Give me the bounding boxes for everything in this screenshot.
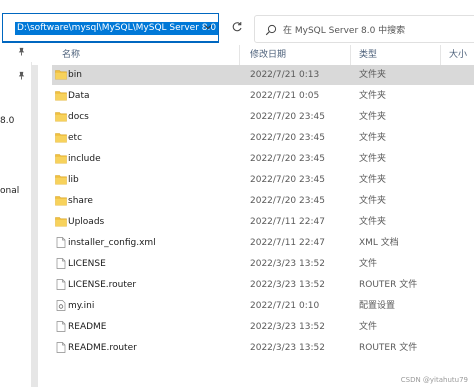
folder-icon bbox=[55, 133, 67, 143]
file-row[interactable]: include 2022/7/20 23:45 文件夹 bbox=[52, 149, 474, 169]
file-type: 文件夹 bbox=[359, 175, 387, 185]
file-name: lib bbox=[68, 175, 79, 185]
address-path[interactable]: D:\software\mysql\MySQL\MySQL Server 8.0 bbox=[15, 22, 219, 35]
file-name: LICENSE.router bbox=[68, 280, 137, 290]
file-type: 文件夹 bbox=[359, 91, 387, 101]
file-row[interactable]: Data 2022/7/21 0:05 文件夹 bbox=[52, 86, 474, 106]
file-list: bin 2022/7/21 0:13 文件夹 Data 2022/7/21 0:05 文件… bbox=[32, 65, 474, 387]
file-date: 2022/7/20 23:45 bbox=[250, 112, 325, 122]
column-header-name[interactable]: 名称 bbox=[62, 48, 80, 62]
file-name: installer_config.xml bbox=[68, 238, 156, 248]
document-icon bbox=[56, 342, 66, 353]
file-date: 2022/7/21 0:13 bbox=[250, 70, 320, 80]
file-name: bin bbox=[68, 70, 82, 80]
file-type: ROUTER 文件 bbox=[359, 280, 418, 290]
document-icon bbox=[56, 279, 66, 290]
search-placeholder: 在 MySQL Server 8.0 中搜索 bbox=[283, 26, 406, 36]
file-row[interactable]: share 2022/7/20 23:45 文件夹 bbox=[52, 191, 474, 211]
pin-icon[interactable] bbox=[17, 47, 26, 56]
file-row[interactable]: README 2022/3/23 13:52 文件 bbox=[52, 317, 474, 337]
file-type: 文件夹 bbox=[359, 133, 387, 143]
file-name: Uploads bbox=[68, 217, 105, 227]
file-name: Data bbox=[68, 91, 90, 101]
column-header-type[interactable]: 类型 bbox=[359, 48, 377, 62]
document-icon bbox=[56, 237, 66, 248]
file-date: 2022/7/11 22:47 bbox=[250, 217, 325, 227]
file-date: 2022/3/23 13:52 bbox=[250, 259, 325, 269]
file-row[interactable]: docs 2022/7/20 23:45 文件夹 bbox=[52, 107, 474, 127]
column-divider[interactable] bbox=[239, 45, 240, 65]
file-type: 文件夹 bbox=[359, 112, 387, 122]
file-row[interactable]: LICENSE 2022/3/23 13:52 文件 bbox=[52, 254, 474, 274]
file-name: docs bbox=[68, 112, 89, 122]
nav-item-label[interactable]: 8.0 bbox=[0, 116, 14, 126]
watermark: CSDN @yitahutu79 bbox=[400, 376, 468, 384]
column-header-row: 名称 修改日期 类型 大小 bbox=[32, 43, 474, 65]
file-date: 2022/3/23 13:52 bbox=[250, 343, 325, 353]
column-header-date[interactable]: 修改日期 bbox=[250, 48, 286, 62]
file-date: 2022/7/20 23:45 bbox=[250, 154, 325, 164]
file-name: include bbox=[68, 154, 101, 164]
file-date: 2022/7/20 23:45 bbox=[250, 133, 325, 143]
nav-item-label[interactable]: onal bbox=[0, 186, 19, 196]
file-type: 文件夹 bbox=[359, 154, 387, 164]
file-date: 2022/7/21 0:05 bbox=[250, 91, 320, 101]
settings-file-icon bbox=[56, 300, 66, 311]
file-type: 配置设置 bbox=[359, 301, 396, 311]
folder-icon bbox=[55, 217, 67, 227]
file-type: 文件夹 bbox=[359, 217, 387, 227]
file-name: my.ini bbox=[68, 301, 95, 311]
file-date: 2022/3/23 13:52 bbox=[250, 322, 325, 332]
file-row[interactable]: Uploads 2022/7/11 22:47 文件夹 bbox=[52, 212, 474, 232]
file-name: share bbox=[68, 196, 93, 206]
refresh-icon bbox=[232, 22, 242, 32]
file-name: etc bbox=[68, 133, 83, 143]
file-date: 2022/3/23 13:52 bbox=[250, 280, 325, 290]
column-header-size[interactable]: 大小 bbox=[449, 48, 467, 62]
file-date: 2022/7/21 0:10 bbox=[250, 301, 320, 311]
file-date: 2022/7/20 23:45 bbox=[250, 175, 325, 185]
folder-icon bbox=[55, 154, 67, 164]
file-row[interactable]: LICENSE.router 2022/3/23 13:52 ROUTER 文件 bbox=[52, 275, 474, 295]
folder-icon bbox=[55, 91, 67, 101]
file-date: 2022/7/11 22:47 bbox=[250, 238, 325, 248]
file-type: 文件 bbox=[359, 322, 378, 332]
search-input[interactable]: 在 MySQL Server 8.0 中搜索 bbox=[254, 15, 474, 43]
address-bar[interactable]: D:\software\mysql\MySQL\MySQL Server 8.0 bbox=[2, 13, 219, 43]
search-icon bbox=[265, 24, 277, 36]
file-type: XML 文档 bbox=[359, 238, 399, 248]
file-name: README.router bbox=[68, 343, 137, 353]
file-row[interactable]: my.ini 2022/7/21 0:10 配置设置 bbox=[52, 296, 474, 316]
file-type: 文件夹 bbox=[359, 70, 387, 80]
file-date: 2022/7/20 23:45 bbox=[250, 196, 325, 206]
file-type: ROUTER 文件 bbox=[359, 343, 418, 353]
document-icon bbox=[56, 321, 66, 332]
document-icon bbox=[56, 258, 66, 269]
file-row[interactable]: lib 2022/7/20 23:45 文件夹 bbox=[52, 170, 474, 190]
chevron-down-icon[interactable] bbox=[203, 22, 213, 32]
file-row[interactable]: installer_config.xml 2022/7/11 22:47 XML 文… bbox=[52, 233, 474, 253]
file-type: 文件 bbox=[359, 259, 378, 269]
file-name: README bbox=[68, 322, 107, 332]
file-explorer-window: D:\software\mysql\MySQL\MySQL Server 8.0… bbox=[0, 0, 474, 387]
file-row[interactable]: README.router 2022/3/23 13:52 ROUTER 文件 bbox=[52, 338, 474, 358]
folder-icon bbox=[55, 112, 67, 122]
file-type: 文件夹 bbox=[359, 196, 387, 206]
folder-icon bbox=[55, 70, 67, 80]
navigation-pane: 8.0 onal bbox=[0, 43, 32, 387]
folder-icon bbox=[55, 175, 67, 185]
folder-icon bbox=[55, 196, 67, 206]
column-divider[interactable] bbox=[350, 45, 351, 65]
pin-icon[interactable] bbox=[17, 71, 26, 80]
file-name: LICENSE bbox=[68, 259, 106, 269]
refresh-button[interactable] bbox=[226, 15, 248, 39]
column-divider[interactable] bbox=[440, 45, 441, 65]
file-row[interactable]: etc 2022/7/20 23:45 文件夹 bbox=[52, 128, 474, 148]
file-row[interactable]: bin 2022/7/21 0:13 文件夹 bbox=[52, 65, 474, 85]
navigation-bar: D:\software\mysql\MySQL\MySQL Server 8.0… bbox=[0, 0, 474, 43]
